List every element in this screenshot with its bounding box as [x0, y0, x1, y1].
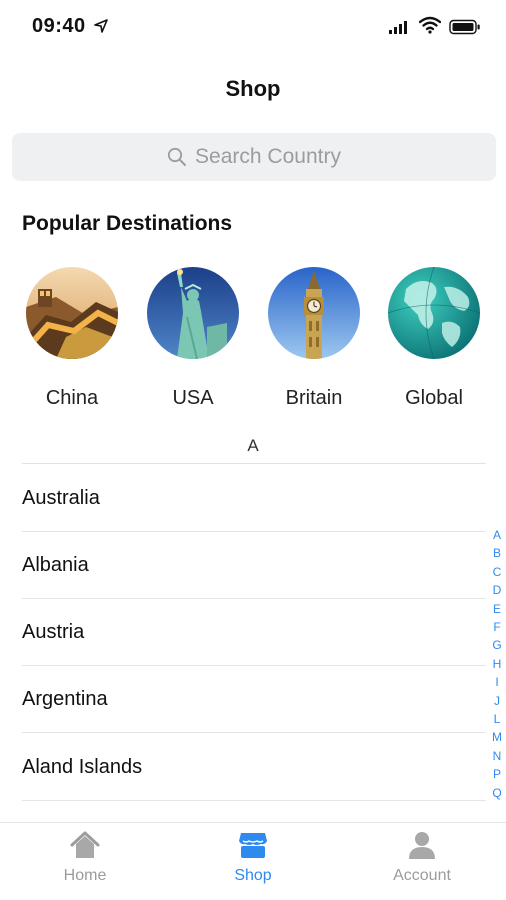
big-ben-image — [268, 267, 360, 359]
index-letter-g[interactable]: G — [488, 636, 506, 654]
index-letter-a[interactable]: A — [488, 526, 506, 544]
destination-label: China — [45, 387, 99, 409]
index-letter-d[interactable]: D — [488, 581, 506, 599]
statue-of-liberty-image — [147, 267, 239, 360]
country-row-albania[interactable]: Albania — [22, 532, 486, 599]
destination-label: Britain — [285, 387, 343, 409]
country-row-austria[interactable]: Austria — [22, 599, 486, 666]
index-letter-i[interactable]: I — [488, 673, 506, 691]
index-letter-f[interactable]: F — [488, 618, 506, 636]
destination-china[interactable]: China — [17, 267, 127, 410]
search-input[interactable]: Search Country — [12, 133, 496, 181]
country-row-argentina[interactable]: Argentina — [22, 666, 486, 733]
destination-global[interactable]: Global — [379, 266, 489, 410]
great-wall-image — [26, 267, 120, 359]
index-letter-m[interactable]: M — [488, 728, 506, 746]
alphabet-index[interactable]: A B C D E F G H I J L M N P Q — [488, 526, 506, 802]
index-letter-e[interactable]: E — [488, 600, 506, 618]
index-letter-h[interactable]: H — [488, 655, 506, 673]
destination-britain[interactable]: Britain — [259, 267, 369, 410]
index-letter-b[interactable]: B — [488, 544, 506, 562]
popular-destinations-title: Popular Destinations — [22, 212, 233, 235]
search-icon — [167, 147, 187, 166]
destination-label: USA — [172, 387, 214, 409]
cellular-signal-icon — [389, 21, 407, 34]
account-icon — [409, 832, 435, 859]
index-letter-j[interactable]: J — [488, 692, 506, 710]
shop-icon — [239, 833, 267, 858]
destination-label: Global — [405, 387, 463, 409]
page-title: Shop — [225, 76, 281, 101]
index-letter-p[interactable]: P — [488, 765, 506, 783]
divider — [22, 463, 486, 464]
status-bar: 09:40 — [0, 0, 506, 56]
index-letter-l[interactable]: L — [488, 710, 506, 728]
home-icon — [70, 831, 100, 858]
tab-label: Shop — [234, 867, 272, 884]
tab-bar: Home Shop Account — [0, 822, 506, 900]
wifi-icon — [419, 16, 441, 34]
tab-home[interactable]: Home — [25, 829, 145, 885]
battery-icon — [449, 19, 480, 35]
tab-account[interactable]: Account — [362, 829, 482, 885]
index-letter-c[interactable]: C — [488, 563, 506, 581]
status-time: 09:40 — [32, 15, 86, 37]
tab-label: Account — [393, 867, 451, 884]
globe-image — [387, 266, 481, 360]
destination-usa[interactable]: USA — [138, 267, 248, 410]
index-letter-q[interactable]: Q — [488, 784, 506, 802]
tab-shop[interactable]: Shop — [193, 829, 313, 885]
country-row-australia[interactable]: Australia — [22, 465, 486, 532]
tab-label: Home — [63, 867, 107, 884]
section-letter-header: A — [247, 436, 259, 455]
search-placeholder: Search Country — [195, 145, 341, 168]
location-arrow-icon — [94, 19, 108, 33]
index-letter-n[interactable]: N — [488, 747, 506, 765]
country-row-aland-islands[interactable]: Aland Islands — [22, 734, 486, 801]
